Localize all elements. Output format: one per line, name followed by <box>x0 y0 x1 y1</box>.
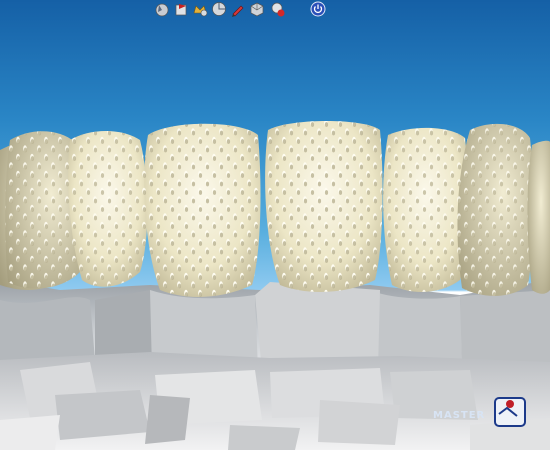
crown-tool-icon[interactable] <box>192 1 208 17</box>
cube-tool-icon[interactable] <box>249 1 265 17</box>
pencil-tool-icon[interactable] <box>230 1 246 17</box>
toolbar <box>152 0 332 20</box>
crown-left-canine <box>68 131 148 287</box>
crown-central-right <box>265 121 383 292</box>
scan-tool-icon[interactable] <box>154 1 170 17</box>
crown-far-right <box>527 140 550 294</box>
master-logo: MASTER <box>433 390 550 430</box>
segment-tool-icon[interactable] <box>211 1 227 17</box>
logo-text: MASTER <box>433 410 486 421</box>
crown-right-canine <box>457 123 534 296</box>
crown-central-left <box>144 123 261 297</box>
crown-right-lateral <box>383 127 469 292</box>
flag-tool-icon[interactable] <box>173 1 189 17</box>
delete-tool-icon[interactable] <box>270 1 286 17</box>
power-icon[interactable] <box>310 1 326 17</box>
dental-model-render[interactable] <box>0 0 550 450</box>
3d-viewport[interactable]: MASTER <box>0 0 550 450</box>
